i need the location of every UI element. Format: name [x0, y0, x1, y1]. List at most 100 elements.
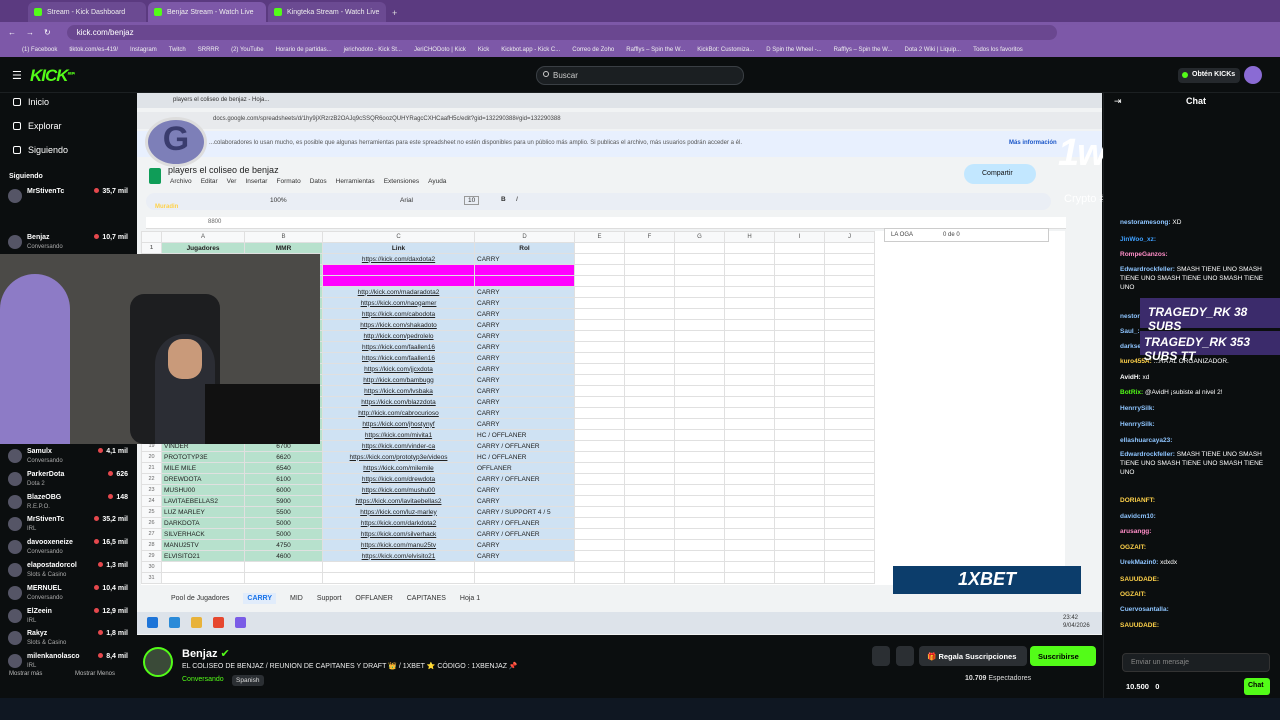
channel-item[interactable]: Benjaz Conversando 10,7 mil: [8, 233, 128, 255]
role-cell: CARRY: [474, 550, 575, 562]
reload-icon[interactable]: ↻: [44, 28, 51, 37]
subscribe-button[interactable]: Suscribirse: [1030, 646, 1096, 666]
chat-username[interactable]: RompeGanzos: [1120, 251, 1166, 258]
stream-language-tag[interactable]: Spanish: [232, 675, 264, 686]
row-number: 31: [141, 572, 162, 584]
show-more-button[interactable]: Mostrar más: [9, 671, 42, 677]
channel-item[interactable]: BlazeOBG R.E.P.O. 148: [8, 493, 128, 515]
user-avatar[interactable]: [1244, 66, 1262, 84]
channel-item[interactable]: Rakyz Slots & Casino 1,8 mil: [8, 629, 128, 651]
back-arrow-icon[interactable]: ←: [8, 28, 16, 37]
channel-item[interactable]: davooxeneize Conversando 16,5 mil: [8, 538, 128, 560]
search-icon: [543, 71, 549, 77]
gift-subs-button[interactable]: 🎁 Regala Suscripciones: [919, 646, 1027, 666]
bookmark-item[interactable]: Horario de partidas...: [276, 47, 332, 53]
column-letter: G: [674, 231, 725, 243]
bookmark-item[interactable]: JeriCHODoto | Kick: [414, 47, 466, 53]
column-letter: C: [322, 231, 475, 243]
menu-hamburger-icon[interactable]: ☰: [12, 69, 22, 82]
kick-logo[interactable]: KICKBETA: [30, 66, 75, 86]
chat-username[interactable]: OGZAIT: [1120, 591, 1144, 598]
bookmark-item[interactable]: Twitch: [169, 47, 186, 53]
chat-username[interactable]: JinWoo_xz: [1120, 236, 1154, 243]
chat-username[interactable]: Cuervosantalla: [1120, 606, 1167, 613]
bookmark-item[interactable]: Dota 2 Wiki | Liquip...: [905, 47, 962, 53]
chat-username[interactable]: SAUUDADE: [1120, 622, 1157, 629]
bookmark-item[interactable]: KickBot: Customiza...: [697, 47, 754, 53]
chat-username[interactable]: UrekMazin0: [1120, 559, 1156, 566]
chat-username[interactable]: davidcm10: [1120, 513, 1154, 520]
bookmark-item[interactable]: Rafflys – Spin the W...: [834, 47, 893, 53]
chat-username[interactable]: Edwardrockfeller: [1120, 451, 1173, 458]
role-cell: CARRY: [474, 253, 575, 265]
player-cell: DARKDOTA: [161, 517, 245, 529]
follow-heart-button[interactable]: [896, 646, 914, 666]
bookmark-item[interactable]: Rafflys – Spin the W...: [626, 47, 685, 53]
chat-send-button[interactable]: Chat: [1244, 678, 1270, 695]
mmr-cell: 6100: [244, 473, 323, 485]
bookmark-item[interactable]: D Spin the Wheel -...: [766, 47, 821, 53]
bookmark-item[interactable]: SRRRR: [198, 47, 219, 53]
chat-message: SAUUDADE:: [1120, 622, 1160, 629]
channel-item[interactable]: MrStivenTc 35,7 mil: [8, 187, 128, 209]
channel-item[interactable]: elapostadorcol Slots & Casino 1,3 mil: [8, 561, 128, 583]
url-field[interactable]: kick.com/benjaz: [66, 24, 1057, 40]
chat-username[interactable]: AvidH: [1120, 374, 1139, 381]
channel-item[interactable]: MERNUEL Conversando 10,4 mil: [8, 584, 128, 606]
chat-username[interactable]: SAUUDADE: [1120, 576, 1157, 583]
streamer-name[interactable]: Benjaz ✔: [182, 647, 230, 660]
chat-username[interactable]: HenrrySilk: [1120, 405, 1153, 412]
chat-username[interactable]: BotRix: [1120, 389, 1141, 396]
channel-item[interactable]: MrStivenTc IRL 35,2 mil: [8, 515, 128, 537]
browser-tab-1[interactable]: Stream - Kick Dashboard: [28, 2, 146, 22]
channel-viewers: 35,7 mil: [94, 188, 128, 195]
column-letter: F: [624, 231, 675, 243]
search-input[interactable]: Buscar: [536, 66, 744, 85]
streamer-avatar[interactable]: [143, 647, 173, 677]
chat-message: AvidH: xd: [1120, 374, 1150, 381]
browser-tab-2[interactable]: Benjaz Stream - Watch Live: [148, 2, 266, 22]
role-cell: OFFLANER: [474, 462, 575, 474]
nav-home[interactable]: Inicio: [13, 97, 49, 107]
get-kicks-button[interactable]: Obtén KICKs: [1178, 68, 1240, 83]
stream-category[interactable]: Conversando: [182, 676, 224, 683]
channel-points[interactable]: 10.500 0: [1126, 682, 1159, 691]
chat-username[interactable]: arusangg: [1120, 528, 1149, 535]
chat-username[interactable]: DORIANFT: [1120, 497, 1153, 504]
channel-item[interactable]: ElZeein IRL 12,9 mil: [8, 607, 128, 629]
channel-item[interactable]: ParkerDota Dota 2 626: [8, 470, 128, 492]
collapse-chat-icon[interactable]: ⇥: [1114, 96, 1122, 107]
role-cell: HC / OFFLANER: [474, 451, 575, 463]
bookmark-item[interactable]: (2) YouTube: [231, 47, 263, 53]
sheet-menu-item: Archivo: [170, 178, 192, 185]
chat-input[interactable]: Enviar un mensaje: [1122, 653, 1270, 672]
chat-username[interactable]: OGZAIT: [1120, 544, 1144, 551]
nav-following[interactable]: Siguiendo: [13, 145, 68, 155]
bookmark-item[interactable]: Kick: [478, 47, 489, 53]
chat-username[interactable]: HenrrySilk: [1120, 421, 1153, 428]
sheet-menu-bar: Archivo Editar Ver Insertar Formato Datos Herr…: [170, 178, 455, 185]
chat-username[interactable]: darkse: [1120, 343, 1141, 350]
link-cell: http://kick.com/cabrocurioso: [322, 407, 475, 419]
nav-explore[interactable]: Explorar: [13, 121, 62, 131]
link-cell: https://kick.com/faallen16: [322, 352, 475, 364]
chat-username[interactable]: ellashuarcaya23: [1120, 437, 1170, 444]
bookmark-item[interactable]: jerichodoto - Kick St...: [344, 47, 402, 53]
new-tab-plus-icon[interactable]: +: [392, 8, 397, 18]
notification-bell-button[interactable]: [872, 646, 890, 666]
bookmark-item[interactable]: tiktok.com/es-419/: [69, 47, 118, 53]
bookmark-item[interactable]: Todos los favoritos: [973, 47, 1023, 53]
show-less-button[interactable]: Mostrar Menos: [75, 671, 115, 677]
forward-arrow-icon[interactable]: →: [26, 28, 34, 37]
bookmark-item[interactable]: Instagram: [130, 47, 157, 53]
chat-username[interactable]: nestor: [1120, 313, 1140, 320]
bookmark-item[interactable]: (1) Facebook: [22, 47, 57, 53]
bookmark-item[interactable]: Kickbot.app - Kick C...: [501, 47, 560, 53]
bookmark-item[interactable]: Correo de Zoho: [572, 47, 614, 53]
channel-item[interactable]: Samulx Conversando 4,1 mil: [8, 447, 128, 469]
chat-username[interactable]: Saul_: [1120, 328, 1137, 335]
channel-category: IRL: [27, 663, 37, 670]
chat-username[interactable]: nestoramesong: [1120, 219, 1168, 226]
browser-tab-3[interactable]: Kingteka Stream - Watch Live: [268, 2, 386, 22]
chat-username[interactable]: Edwardrockfeller: [1120, 266, 1173, 273]
